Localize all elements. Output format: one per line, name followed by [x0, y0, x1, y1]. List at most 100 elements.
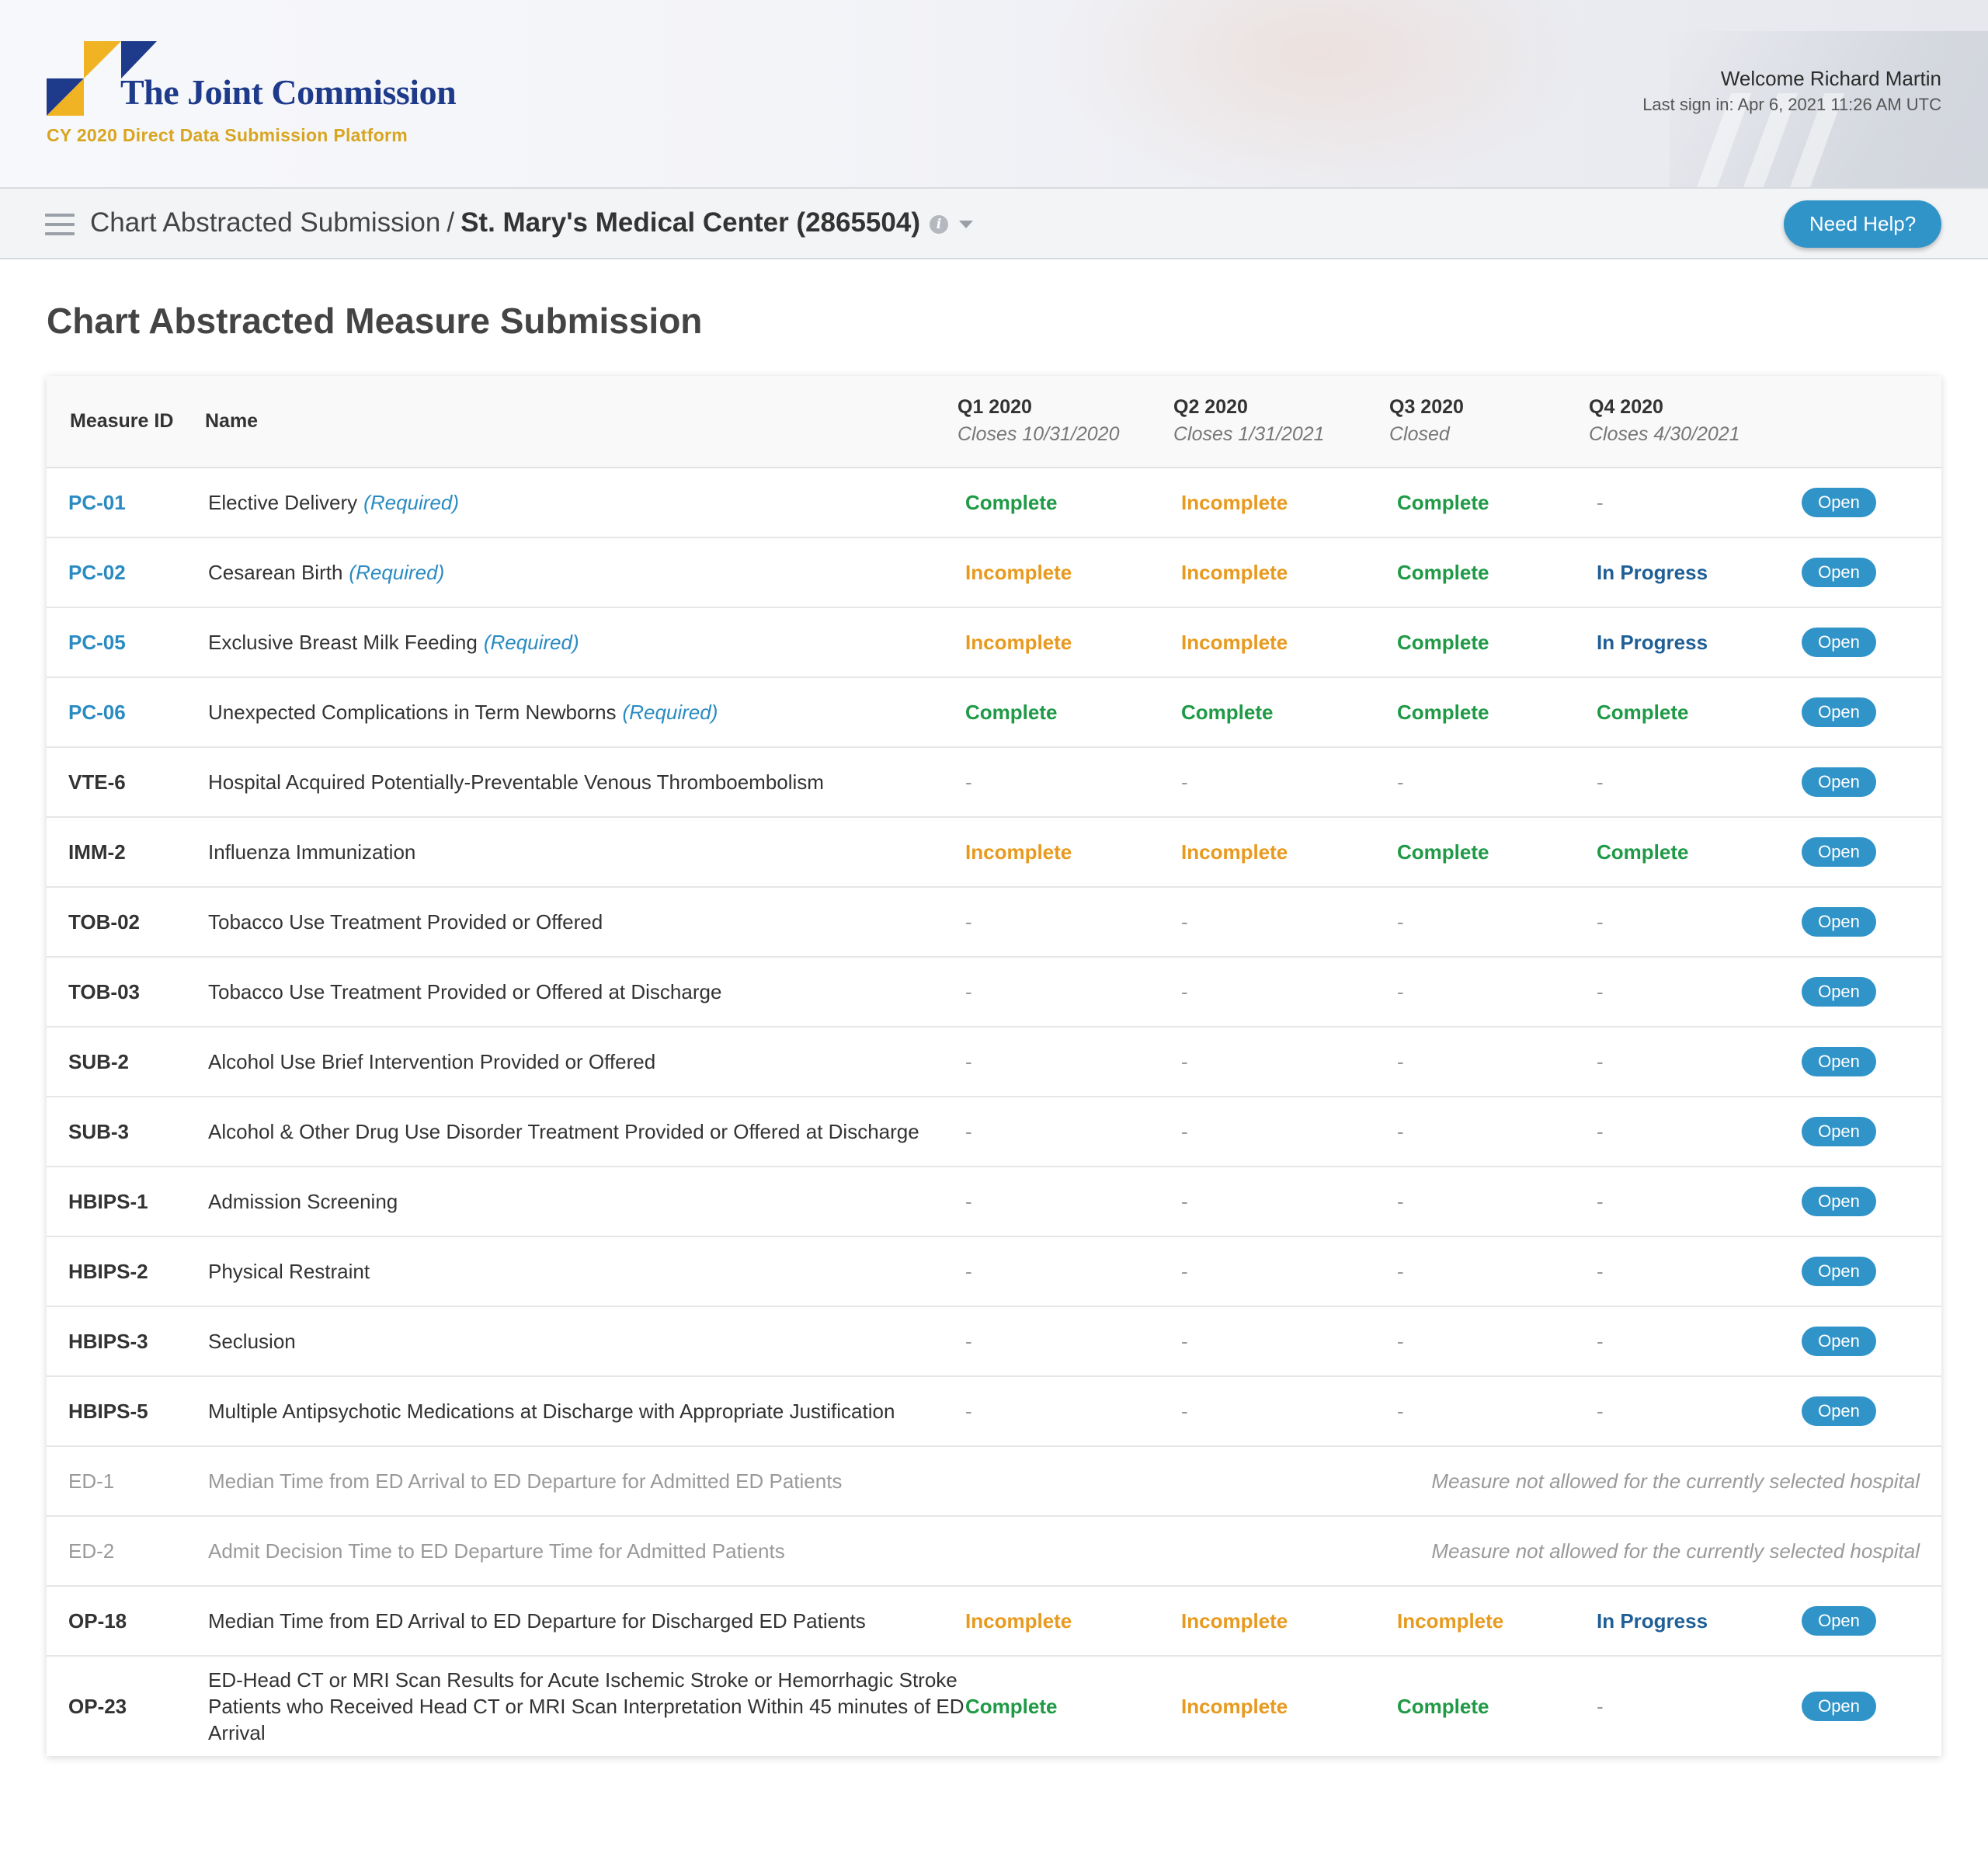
col-header-q4: Q4 2020 Closes 4/30/2021 — [1589, 396, 1740, 446]
q4-status: - — [1597, 909, 1604, 934]
q1-status: - — [965, 1259, 972, 1283]
welcome-user-text: Welcome Richard Martin — [1720, 67, 1941, 90]
measure-name: Influenza Immunization — [208, 818, 985, 886]
table-row: HBIPS-3 Seclusion - - - - Open — [47, 1307, 1941, 1377]
table-row: PC-05 Exclusive Breast Milk Feeding (Requi… — [47, 608, 1941, 678]
open-button[interactable]: Open — [1802, 1606, 1876, 1636]
last-sign-in-text: Last sign in: Apr 6, 2021 11:26 AM UTC — [1642, 95, 1941, 114]
table-body: PC-01 Elective Delivery (Required) Complete… — [47, 468, 1941, 1756]
q4-status: - — [1597, 1329, 1604, 1353]
q3-status: - — [1397, 1329, 1404, 1353]
facility-selector[interactable]: St. Mary's Medical Center (2865504) — [461, 207, 920, 238]
measure-name-text: Influenza Immunization — [208, 840, 416, 864]
chevron-down-icon[interactable] — [959, 220, 973, 228]
not-allowed-note: Measure not allowed for the currently se… — [1431, 1539, 1920, 1563]
measure-name: Alcohol & Other Drug Use Disorder Treatm… — [208, 1097, 985, 1166]
measure-name: Tobacco Use Treatment Provided or Offere… — [208, 958, 985, 1026]
measure-id: TOB-02 — [68, 909, 140, 934]
open-button[interactable]: Open — [1802, 977, 1876, 1007]
measure-id: ED-1 — [68, 1469, 115, 1493]
table-row: IMM-2 Influenza Immunization Incomplete Inc… — [47, 818, 1941, 888]
table-row: OP-18 Median Time from ED Arrival to ED D… — [47, 1587, 1941, 1657]
open-button[interactable]: Open — [1802, 767, 1876, 797]
measure-name: Admission Screening — [208, 1167, 985, 1236]
measure-name: Multiple Antipsychotic Medications at Di… — [208, 1377, 985, 1445]
q1-status: - — [965, 1329, 972, 1353]
measure-id: SUB-2 — [68, 1049, 130, 1073]
open-button[interactable]: Open — [1802, 1047, 1876, 1076]
q4-status: - — [1597, 1189, 1604, 1213]
measure-name-text: Admit Decision Time to ED Departure Time… — [208, 1539, 785, 1563]
measure-name-text: Unexpected Complications in Term Newborn… — [208, 701, 617, 724]
open-cell: Open — [1802, 538, 1876, 607]
open-button[interactable]: Open — [1802, 1117, 1876, 1146]
open-button[interactable]: Open — [1802, 1692, 1876, 1721]
measure-id[interactable]: PC-02 — [68, 538, 126, 607]
hamburger-menu-icon[interactable] — [45, 214, 75, 235]
open-cell: Open — [1802, 608, 1876, 676]
measure-name: Alcohol Use Brief Intervention Provided … — [208, 1028, 985, 1096]
q1-status: Incomplete — [965, 840, 1072, 864]
q1-status: Incomplete — [965, 560, 1072, 584]
measure-name: Exclusive Breast Milk Feeding (Required) — [208, 608, 985, 676]
table-row: SUB-2 Alcohol Use Brief Intervention Prov… — [47, 1028, 1941, 1097]
q2-status: - — [1181, 1119, 1188, 1143]
measure-name: Elective Delivery (Required) — [208, 468, 985, 537]
measure-id: HBIPS-2 — [68, 1259, 148, 1283]
brand-name: The Joint Commission — [120, 72, 457, 112]
table-row: HBIPS-1 Admission Screening - - - - Open — [47, 1167, 1941, 1237]
q2-status: - — [1181, 1259, 1188, 1283]
open-button[interactable]: Open — [1802, 1396, 1876, 1426]
measure-name: Seclusion — [208, 1307, 985, 1375]
q1-status: - — [965, 1119, 972, 1143]
open-cell: Open — [1802, 1097, 1876, 1166]
q4-status: Complete — [1597, 700, 1689, 724]
open-cell: Open — [1802, 1657, 1876, 1756]
measure-name: Hospital Acquired Potentially-Preventabl… — [208, 748, 985, 816]
measure-name-text: Cesarean Birth — [208, 561, 343, 584]
need-help-button[interactable]: Need Help? — [1784, 200, 1941, 248]
measure-name-text: Alcohol Use Brief Intervention Provided … — [208, 1050, 656, 1073]
measure-id: TOB-03 — [68, 979, 140, 1003]
required-tag: (Required) — [622, 701, 718, 724]
table-row: VTE-6 Hospital Acquired Potentially-Preve… — [47, 748, 1941, 818]
measure-id[interactable]: PC-05 — [68, 608, 126, 676]
open-button[interactable]: Open — [1802, 697, 1876, 727]
info-icon[interactable]: i — [930, 214, 948, 234]
open-button[interactable]: Open — [1802, 488, 1876, 517]
open-cell: Open — [1802, 818, 1876, 886]
open-button[interactable]: Open — [1802, 1327, 1876, 1356]
open-button[interactable]: Open — [1802, 1257, 1876, 1286]
breadcrumb-root[interactable]: Chart Abstracted Submission — [90, 207, 440, 238]
q1-status: - — [965, 1399, 972, 1423]
measure-name-text: Tobacco Use Treatment Provided or Offere… — [208, 910, 603, 934]
col-header-q2: Q2 2020 Closes 1/31/2021 — [1173, 396, 1325, 446]
open-button[interactable]: Open — [1802, 1187, 1876, 1216]
measure-id: ED-2 — [68, 1539, 115, 1563]
q2-status: - — [1181, 770, 1188, 794]
measure-name-text: Exclusive Breast Milk Feeding — [208, 631, 478, 654]
table-row: OP-23 ED-Head CT or MRI Scan Results for … — [47, 1657, 1941, 1756]
table-row: TOB-03 Tobacco Use Treatment Provided or … — [47, 958, 1941, 1028]
open-button[interactable]: Open — [1802, 558, 1876, 587]
q2-status: Incomplete — [1181, 1608, 1288, 1633]
open-button[interactable]: Open — [1802, 837, 1876, 867]
measure-id[interactable]: PC-01 — [68, 468, 126, 537]
q4-label: Q4 2020 — [1589, 396, 1663, 418]
open-button[interactable]: Open — [1802, 628, 1876, 657]
measure-id[interactable]: PC-06 — [68, 678, 126, 746]
q1-status: - — [965, 1049, 972, 1073]
q2-status: - — [1181, 1399, 1188, 1423]
col-header-name: Name — [205, 410, 259, 432]
open-cell: Open — [1802, 1307, 1876, 1375]
open-cell: Open — [1802, 468, 1876, 537]
q4-status: - — [1597, 979, 1604, 1003]
col-header-measure-id: Measure ID — [70, 410, 174, 432]
q4-close-date: Closes 4/30/2021 — [1589, 423, 1740, 445]
q2-status: Incomplete — [1181, 630, 1288, 654]
q4-status: - — [1597, 1399, 1604, 1423]
open-button[interactable]: Open — [1802, 907, 1876, 937]
q3-status: - — [1397, 770, 1404, 794]
measure-name-text: Admission Screening — [208, 1190, 398, 1213]
q3-status: Complete — [1397, 700, 1489, 724]
